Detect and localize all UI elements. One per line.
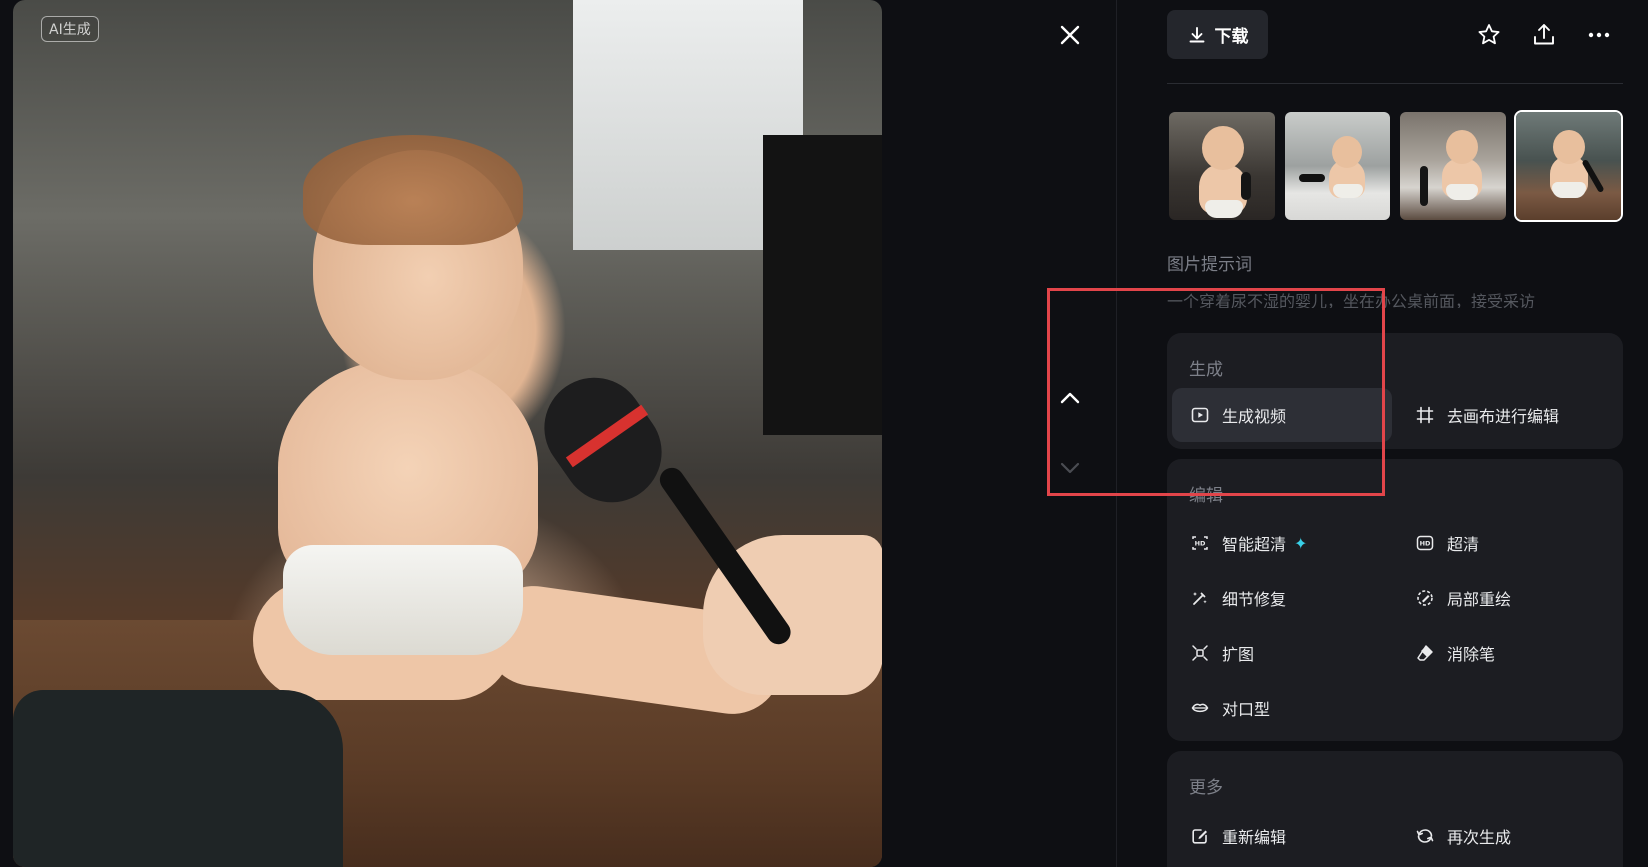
regenerate-button[interactable]: 再次生成: [1397, 809, 1617, 863]
detail-repair-label: 细节修复: [1222, 590, 1287, 609]
panel-toolbar: 下载: [1167, 10, 1623, 60]
edit-in-canvas-label: 去画布进行编辑: [1447, 407, 1560, 426]
sparkle-icon: ✦: [1294, 533, 1308, 553]
ai-generated-badge: AI生成: [41, 16, 99, 42]
prompt-label: 图片提示词: [1167, 255, 1252, 275]
thumbnail-1[interactable]: [1167, 110, 1277, 222]
re-edit-icon: [1192, 829, 1207, 844]
smart-hd-label: 智能超清: [1222, 535, 1287, 554]
baby-diaper: [283, 545, 523, 655]
lip-sync-button[interactable]: 对口型: [1172, 681, 1392, 735]
edit-section: 编辑 HD 智能超清 ✦ HD 超清 细节修复 局部重绘 扩图 消除笔 对口型: [1167, 459, 1623, 741]
baby-hair: [303, 135, 523, 245]
re-edit-button[interactable]: 重新编辑: [1172, 809, 1392, 863]
hd-icon: HD: [1416, 535, 1434, 551]
smart-hd-button[interactable]: HD 智能超清 ✦: [1172, 516, 1392, 570]
background-monitor: [763, 135, 882, 435]
crop-canvas-icon: [1416, 406, 1434, 424]
edit-in-canvas-button[interactable]: 去画布进行编辑: [1397, 388, 1617, 442]
svg-text:HD: HD: [1195, 540, 1206, 548]
expand-image-label: 扩图: [1222, 645, 1255, 664]
foreground-object: [13, 690, 343, 867]
more-options-button[interactable]: [1585, 21, 1613, 49]
more-section-title: 更多: [1189, 778, 1223, 798]
star-icon: [1478, 24, 1500, 45]
re-edit-label: 重新编辑: [1222, 828, 1287, 847]
regenerate-icon: [1416, 829, 1434, 843]
regenerate-label: 再次生成: [1447, 828, 1512, 847]
more-section: 更多 重新编辑 再次生成: [1167, 751, 1623, 867]
partial-redraw-icon: [1417, 590, 1433, 606]
magic-wand-icon: [1193, 592, 1207, 605]
partial-redraw-button[interactable]: 局部重绘: [1397, 571, 1617, 625]
variant-thumbnails: [1167, 110, 1623, 224]
detail-repair-button[interactable]: 细节修复: [1172, 571, 1392, 625]
download-label: 下载: [1214, 27, 1249, 47]
eraser-icon: [1417, 645, 1433, 661]
eraser-button[interactable]: 消除笔: [1397, 626, 1617, 680]
hd-button[interactable]: HD 超清: [1397, 516, 1617, 570]
thumbnail-3[interactable]: [1398, 110, 1508, 222]
share-button[interactable]: [1530, 21, 1558, 49]
thumbnail-2[interactable]: [1283, 110, 1393, 222]
partial-redraw-label: 局部重绘: [1447, 590, 1512, 609]
close-button[interactable]: [1055, 20, 1085, 50]
more-dots-icon: [1588, 32, 1610, 38]
download-button[interactable]: 下载: [1167, 10, 1268, 59]
hd-plus-icon: HD: [1192, 536, 1208, 550]
close-icon: [1060, 25, 1080, 45]
share-upload-icon: [1534, 24, 1554, 45]
download-icon: [1189, 26, 1204, 42]
expand-icon: [1192, 645, 1208, 661]
generated-image: AI生成: [13, 0, 882, 867]
svg-text:HD: HD: [1420, 540, 1431, 548]
expand-image-button[interactable]: 扩图: [1172, 626, 1392, 680]
toolbar-divider: [1167, 83, 1623, 84]
annotation-highlight-box: [1047, 288, 1385, 496]
lip-sync-label: 对口型: [1222, 700, 1271, 719]
lips-icon: [1191, 703, 1209, 713]
hd-label: 超清: [1447, 535, 1480, 554]
thumbnail-4-selected[interactable]: [1513, 110, 1623, 222]
favorite-button[interactable]: [1475, 21, 1503, 49]
eraser-label: 消除笔: [1447, 645, 1496, 664]
